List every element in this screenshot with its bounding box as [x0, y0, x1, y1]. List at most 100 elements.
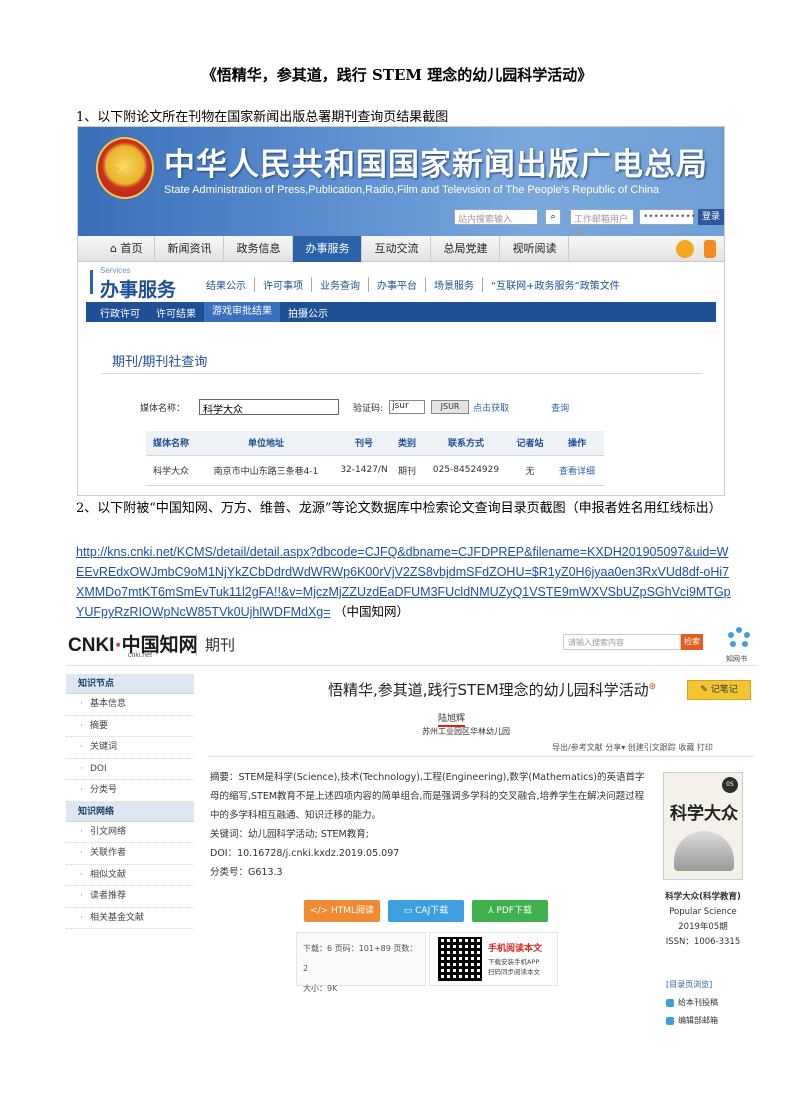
- search-icon[interactable]: ⌕: [545, 209, 561, 225]
- sidebar-item-abstract[interactable]: 摘要: [66, 716, 194, 737]
- abstract-text: 摘要：STEM是科学(Science),技术(Technology),工程(En…: [210, 772, 645, 821]
- cnki-search-input[interactable]: 请输入搜索内容: [563, 634, 681, 650]
- query-button[interactable]: 查询: [551, 401, 569, 414]
- table-header-row: 媒体名称 单位地址 刊号 类别 联系方式 记者站 操作: [146, 431, 604, 456]
- take-note-button[interactable]: ✎ 记笔记: [687, 680, 751, 700]
- nav-home[interactable]: ⌂ 首页: [98, 235, 156, 262]
- stats-line-2: 大小：9K: [303, 984, 338, 993]
- author-name[interactable]: 陆旭辉: [438, 711, 466, 727]
- captcha-label: 验证码:: [353, 403, 384, 414]
- cnki-journal-label: 期刊: [205, 636, 236, 654]
- gapp-cn-title: 中华人民共和国国家新闻出版广电总局: [164, 147, 708, 183]
- sidebar-item-similar[interactable]: 相似文献: [66, 865, 194, 886]
- captcha-input[interactable]: jsur: [389, 400, 426, 414]
- journal-issn: ISSN：1006-3315: [665, 937, 741, 947]
- sidebar-item-keywords[interactable]: 关键词: [66, 737, 194, 759]
- editorial-email-link[interactable]: 编辑部邮箱: [666, 1012, 718, 1030]
- cnki-logo-sub: cnki.net: [128, 652, 153, 659]
- main-nav: ⌂ 首页 新闻资讯 政务信息 办事服务 互动交流 总局党建 视听阅读: [78, 235, 724, 262]
- sidebar-item-doi[interactable]: DOI: [66, 759, 194, 780]
- sidebar-item-citation[interactable]: 引文网络: [66, 822, 194, 843]
- nav-services[interactable]: 办事服务: [293, 235, 363, 262]
- stats-line-1: 下载：6 页码：101+89 页数：2: [303, 944, 418, 973]
- sidebar-item-recommend[interactable]: 读者推荐: [66, 886, 194, 908]
- col-category: 类别: [392, 431, 422, 456]
- pdf-download-button[interactable]: ⅄ PDF下载: [472, 900, 548, 922]
- tab-admin-permit[interactable]: 行政许可: [92, 305, 148, 320]
- mobile-read-desc: 下载安装手机APP 扫码同步阅读本文: [488, 957, 540, 977]
- login-button[interactable]: 登录: [698, 209, 724, 225]
- journal-info: 科学大众(科学教育) Popular Science 2019年05期 ISSN…: [646, 890, 758, 950]
- tab-permit-result[interactable]: 许可结果: [148, 305, 204, 320]
- sidebar-section-knowledge-node: 知识节点: [66, 674, 194, 694]
- mail-username-input[interactable]: 工作邮箱用户名: [570, 209, 634, 236]
- nav-news[interactable]: 新闻资讯: [155, 235, 225, 262]
- cnki-book-label: 知网书: [726, 655, 747, 663]
- col-station: 记者站: [510, 431, 550, 456]
- cnki-link-suffix: （中国知网）: [334, 604, 410, 619]
- nav-gov-info[interactable]: 政务信息: [224, 235, 294, 262]
- subnav-query[interactable]: 业务查询: [312, 277, 369, 292]
- tab-filming[interactable]: 拍摄公示: [280, 305, 336, 320]
- nav-audiovisual[interactable]: 视听阅读: [500, 235, 570, 262]
- caj-download-button[interactable]: ▭ CAJ下载: [388, 900, 464, 922]
- cell-address: 南京市中山东路三条巷4-1: [196, 455, 336, 486]
- results-tabbar: 行政许可 许可结果 游戏审批结果 拍摄公示: [86, 302, 716, 322]
- subnav-policy[interactable]: “互联网+政务服务”政策文件: [483, 277, 628, 292]
- gapp-screenshot: ★ 中华人民共和国国家新闻出版广电总局 State Administration…: [77, 126, 725, 496]
- journal-cover-image[interactable]: 05 科学大众: [663, 772, 743, 880]
- submit-manuscript-link[interactable]: 给本刊投稿: [666, 994, 718, 1012]
- mobile-icon[interactable]: [704, 239, 716, 258]
- cell-category: 期刊: [392, 455, 422, 486]
- author-org[interactable]: 苏州工业园区华林幼儿园: [422, 726, 510, 737]
- doi-text: DOI：10.16728/j.cnki.kxdz.2019.05.097: [210, 848, 400, 859]
- classification-text: 分类号：G613.3: [210, 867, 283, 878]
- html-read-button[interactable]: </> HTML阅读: [304, 900, 380, 922]
- site-search-input[interactable]: 站内搜索输入: [454, 209, 538, 225]
- view-detail-link[interactable]: 查看详细: [550, 455, 604, 486]
- subnav-platform[interactable]: 办事平台: [369, 277, 426, 292]
- toc-links: [目录页浏览] 给本刊投稿 编辑部邮箱: [666, 976, 718, 1030]
- captcha-image: JSUR: [431, 400, 470, 414]
- password-input[interactable]: ••••••••••: [639, 209, 696, 225]
- mobile-desc-2: 扫码同步阅读本文: [488, 968, 540, 976]
- abstract-block: 摘要：STEM是科学(Science),技术(Technology),工程(En…: [210, 768, 648, 882]
- sidebar-item-basic-info[interactable]: 基本信息: [66, 694, 194, 716]
- gapp-en-title: State Administration of Press,Publicatio…: [164, 184, 660, 196]
- sidebar-item-classification[interactable]: 分类号: [66, 780, 194, 802]
- sidebar-item-fund[interactable]: 相关基金文献: [66, 908, 194, 929]
- query-form: 媒体名称： 科学大众 验证码: jsur JSUR 点击获取 查询: [140, 399, 569, 416]
- keywords-text: 关键词：幼儿园科学活动; STEM教育;: [210, 829, 369, 840]
- sidebar-item-related-authors[interactable]: 关联作者: [66, 843, 194, 865]
- services-subnav: 结果公示 许可事项 业务查询 办事平台 场景服务 “互联网+政务服务”政策文件: [198, 277, 628, 292]
- nav-party[interactable]: 总局党建: [431, 235, 501, 262]
- col-media: 媒体名称: [146, 431, 196, 456]
- cnki-screenshot: CNKI·中国知网 cnki.net 期刊 请输入搜索内容 检索 知网书 知识节…: [66, 624, 758, 1032]
- subnav-scene[interactable]: 场景服务: [426, 277, 483, 292]
- services-header: Services 办事服务 结果公示 许可事项 业务查询 办事平台 场景服务 “…: [78, 262, 724, 302]
- journal-name[interactable]: 科学大众(科学教育): [646, 890, 758, 905]
- cnki-search-button[interactable]: 检索: [681, 634, 703, 650]
- subnav-permits[interactable]: 许可事项: [255, 277, 312, 292]
- col-issn: 刊号: [336, 431, 392, 456]
- services-en-label: Services: [100, 266, 131, 275]
- toc-browse-link[interactable]: [目录页浏览]: [666, 976, 718, 994]
- cell-contact: 025-84524929: [422, 455, 510, 486]
- download-stats: 下载：6 页码：101+89 页数：2 大小：9K: [296, 932, 426, 993]
- article-tools[interactable]: 导出/参考文献 分享▾ 创建引文跟踪 收藏 打印: [552, 742, 713, 753]
- take-note-label: 记笔记: [710, 685, 738, 695]
- nav-interaction[interactable]: 互动交流: [362, 235, 432, 262]
- cell-station: 无: [510, 455, 550, 486]
- subnav-results[interactable]: 结果公示: [198, 277, 255, 292]
- query-title: 期刊/期刊社查询: [112, 355, 208, 370]
- tab-game-approval[interactable]: 游戏审批结果: [204, 302, 280, 322]
- cnki-book-icon[interactable]: [724, 624, 754, 654]
- mobile-read-title[interactable]: 手机阅读本文: [488, 941, 542, 954]
- cover-art: [674, 831, 734, 871]
- network-first-icon: ⊛: [648, 682, 657, 692]
- captcha-refresh-link[interactable]: 点击获取: [473, 401, 509, 414]
- cover-issue-badge: 05: [722, 777, 738, 793]
- chat-icon[interactable]: [676, 239, 694, 258]
- media-name-input[interactable]: 科学大众: [199, 399, 340, 416]
- mobile-desc-1: 下载安装手机APP: [488, 958, 540, 966]
